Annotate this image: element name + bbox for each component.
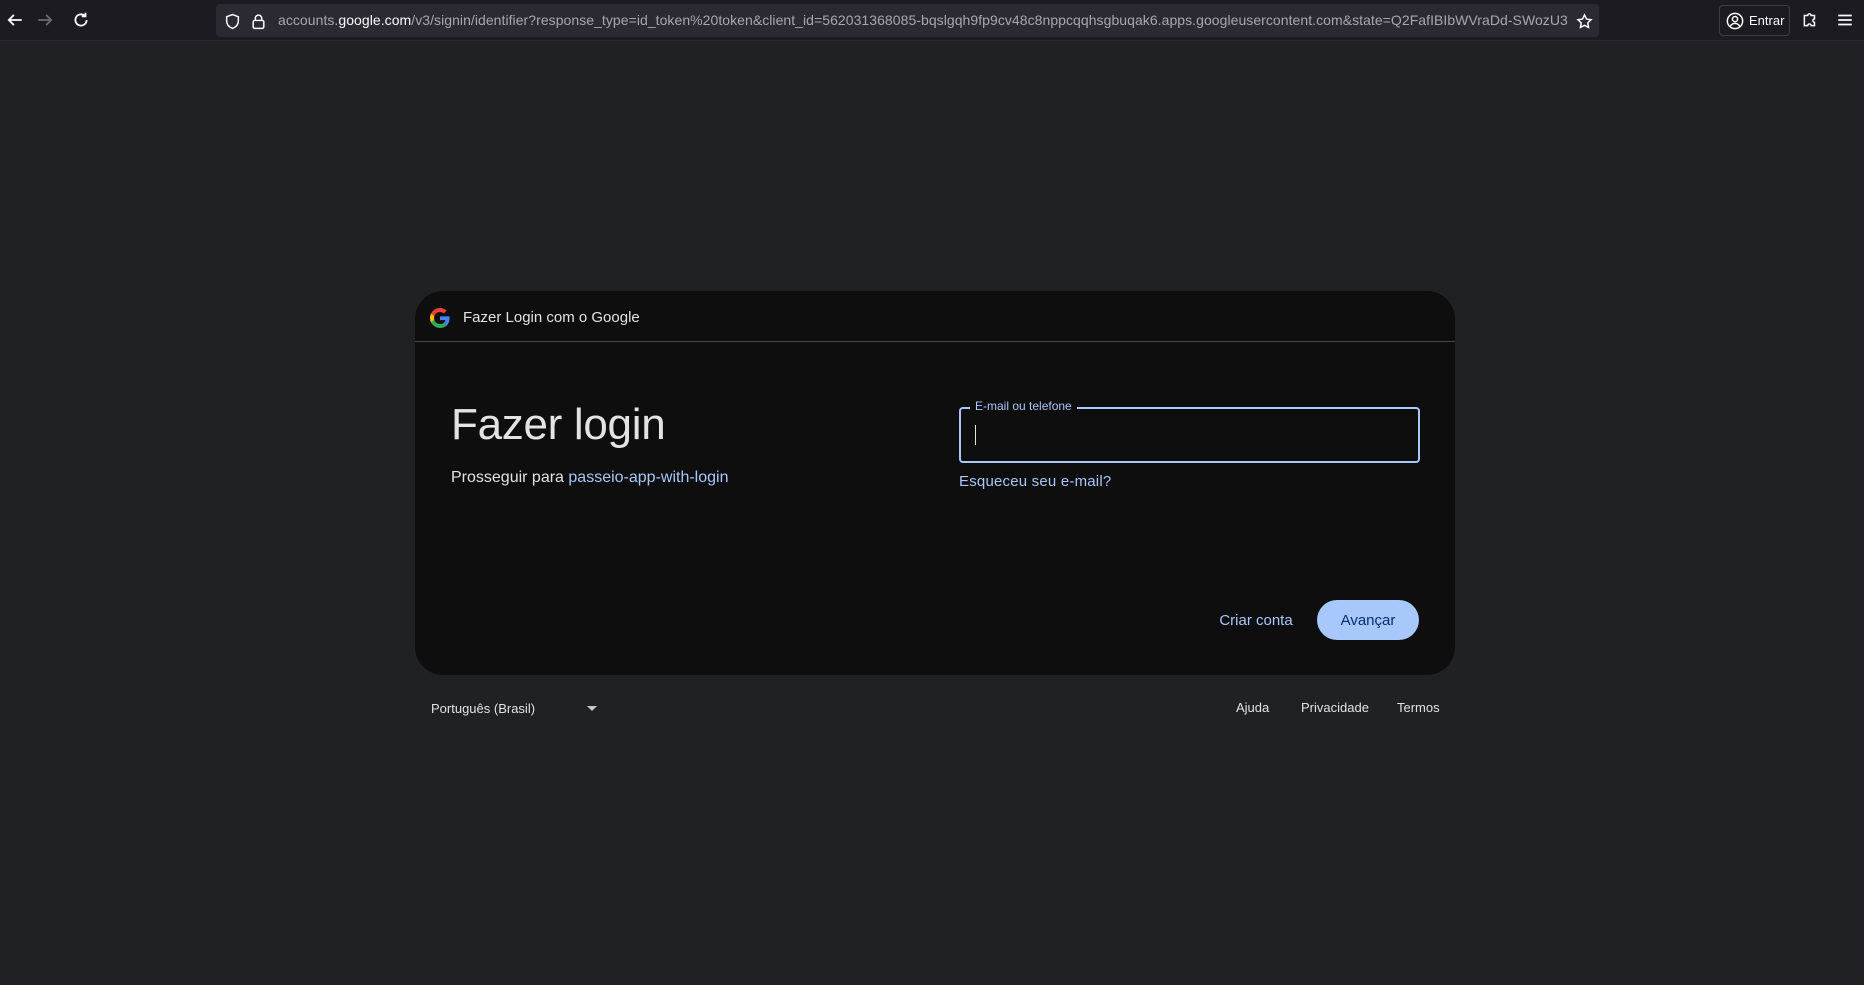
next-button[interactable]: Avançar bbox=[1317, 600, 1419, 640]
url-host: google.com bbox=[338, 12, 412, 28]
url-text[interactable]: accounts.google.com/v3/signin/identifier… bbox=[278, 12, 1568, 30]
card-header: Fazer Login com o Google bbox=[415, 291, 1455, 342]
forgot-email-link[interactable]: Esqueceu seu e-mail? bbox=[959, 473, 1111, 490]
email-field[interactable]: E-mail ou telefone bbox=[959, 399, 1420, 463]
lock-icon[interactable] bbox=[248, 11, 268, 31]
language-label: Português (Brasil) bbox=[431, 700, 536, 716]
card-header-text: Fazer Login com o Google bbox=[463, 309, 640, 326]
privacy-link[interactable]: Privacidade bbox=[1301, 700, 1369, 715]
chevron-down-icon bbox=[587, 706, 597, 711]
terms-link[interactable]: Termos bbox=[1397, 700, 1440, 715]
address-bar[interactable]: accounts.google.com/v3/signin/identifier… bbox=[216, 4, 1599, 37]
arrow-left-icon bbox=[7, 14, 22, 26]
app-name-link[interactable]: passeio-app-with-login bbox=[568, 469, 728, 486]
bookmark-star-icon[interactable] bbox=[1574, 11, 1594, 31]
shield-icon[interactable] bbox=[222, 11, 242, 31]
hamburger-icon bbox=[1838, 14, 1852, 26]
subtitle-prefix: Prosseguir para bbox=[451, 469, 569, 486]
email-field-label: E-mail ou telefone bbox=[970, 399, 1077, 413]
url-path: /v3/signin/identifier?response_type=id_t… bbox=[411, 12, 1568, 28]
google-logo-icon bbox=[430, 308, 450, 328]
create-account-button[interactable]: Criar conta bbox=[1199, 600, 1313, 640]
signin-card: Fazer Login com o Google Fazer login Pro… bbox=[415, 291, 1455, 675]
arrow-right-icon bbox=[38, 14, 53, 26]
language-select[interactable]: Português (Brasil) bbox=[421, 693, 601, 723]
forward-button[interactable] bbox=[30, 6, 60, 34]
reload-icon bbox=[74, 12, 88, 27]
help-link[interactable]: Ajuda bbox=[1236, 700, 1269, 715]
text-caret bbox=[975, 425, 976, 445]
menu-button[interactable] bbox=[1830, 6, 1860, 34]
puzzle-icon bbox=[1803, 13, 1816, 27]
url-prefix: accounts. bbox=[278, 12, 339, 28]
reload-button[interactable] bbox=[66, 6, 96, 34]
browser-toolbar: accounts.google.com/v3/signin/identifier… bbox=[0, 0, 1864, 41]
email-input[interactable] bbox=[973, 419, 1403, 451]
account-signin-button[interactable]: Entrar bbox=[1719, 5, 1790, 36]
signin-label: Entrar bbox=[1749, 13, 1785, 28]
account-icon bbox=[1726, 12, 1744, 29]
page-title: Fazer login bbox=[451, 400, 666, 449]
extensions-button[interactable] bbox=[1795, 6, 1825, 34]
subtitle: Prosseguir para passeio-app-with-login bbox=[451, 469, 728, 487]
back-button[interactable] bbox=[0, 6, 30, 34]
